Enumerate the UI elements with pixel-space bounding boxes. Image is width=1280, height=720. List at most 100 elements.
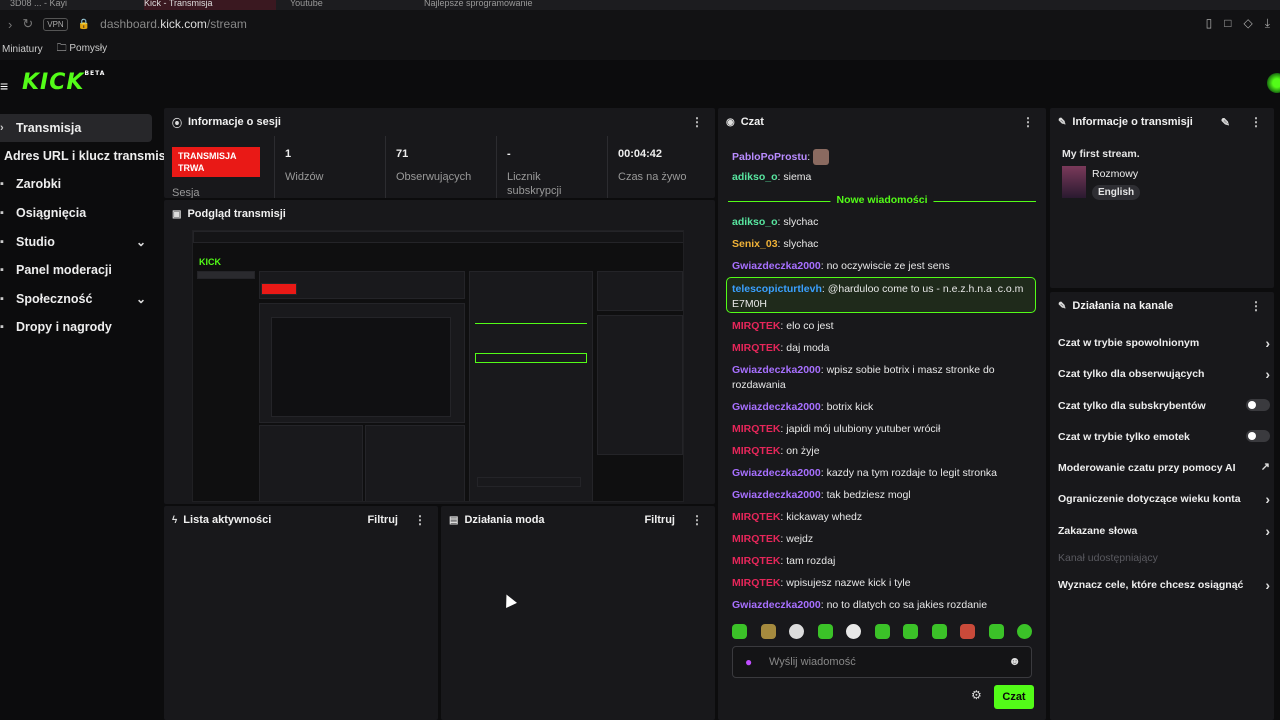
chat-message[interactable]: MIRQTEK: japidi mój ulubiony yutuber wró… [732,423,940,435]
chat-username[interactable]: MIRQTEK [732,511,780,523]
more-options-icon[interactable]: ⋮ [691,513,703,527]
chat-username[interactable]: adikso_o [732,216,778,228]
user-avatar[interactable] [1267,73,1280,93]
reload-icon[interactable]: ↻ [22,16,33,32]
channel-action-banned-words[interactable]: Zakazane słowa › [1058,523,1270,539]
emote-icon[interactable] [789,624,804,639]
bookmark-item[interactable]: 🗀 Pomysły [57,41,108,58]
shield-icon[interactable]: ◇ [1243,16,1252,31]
chat-username[interactable]: Gwiazdeczka2000 [732,599,821,611]
chat-message[interactable]: adikso_o: slychac [732,216,818,228]
emote-icon[interactable] [760,624,776,639]
sidebar-item-zarobki[interactable]: ▪ Zarobki [0,170,152,198]
more-options-icon[interactable]: ⋮ [414,513,426,527]
chat-username[interactable]: Gwiazdeczka2000 [732,401,821,413]
bookmark-icon[interactable]: ▯ [1206,16,1213,31]
chat-message[interactable]: Gwiazdeczka2000: botrix kick [732,401,873,413]
emoji-icon[interactable]: ☻ [1008,654,1021,668]
emote-only-toggle[interactable] [1246,430,1270,442]
chat-username[interactable]: Gwiazdeczka2000 [732,364,821,376]
chat-username[interactable]: MIRQTEK [732,577,780,589]
chat-text: no to dlatych co sa jakies rozdanie [826,599,988,611]
chat-message[interactable]: telescopicturtlevh: @harduloo come to us… [732,283,1023,295]
emote-icon[interactable] [931,624,947,639]
send-chat-button[interactable]: Czat [994,685,1034,709]
chat-message[interactable]: MIRQTEK: wejdz [732,533,813,545]
emote-icon[interactable] [960,624,975,639]
channel-action-ai-moderation[interactable]: Moderowanie czatu przy pomocy AI ↗ [1058,461,1270,474]
category-thumbnail[interactable] [1062,166,1086,198]
sidebar-item-spolecznosc[interactable]: ▪ Społeczność ⌄ [0,285,152,313]
channel-action-slow-mode[interactable]: Czat w trybie spowolnionym › [1058,335,1270,351]
filter-button[interactable]: Filtruj [367,514,398,526]
emote-icon[interactable] [1017,624,1032,639]
chat-username[interactable]: Gwiazdeczka2000 [732,489,821,501]
sidebar-item-panel-moderacji[interactable]: ▪ Panel moderacji [0,256,152,284]
chat-message[interactable]: MIRQTEK: on żyje [732,445,820,457]
more-options-icon[interactable]: ⋮ [1250,299,1262,313]
chat-username[interactable]: MIRQTEK [732,445,780,457]
chat-message[interactable]: adikso_o: siema [732,171,811,183]
bookmark-item[interactable]: Miniatury [2,44,43,55]
kick-logo[interactable]: KICKBETA [22,70,105,95]
microphone-icon[interactable]: ● [745,655,752,669]
emote-icon[interactable] [903,624,918,639]
chat-username[interactable]: MIRQTEK [732,320,780,332]
chat-message-input[interactable]: ● Wyślij wiadomość ☻ [732,646,1032,678]
emote-icon[interactable] [817,624,833,639]
sidebar-item-osiagniecia[interactable]: ▪ Osiągnięcia [0,199,152,227]
chat-message[interactable]: MIRQTEK: daj moda [732,342,829,354]
more-options-icon[interactable]: ⋮ [1250,115,1262,129]
gear-icon[interactable]: ⚙ [971,688,982,702]
chat-username[interactable]: MIRQTEK [732,555,780,567]
more-options-icon[interactable]: ⋮ [1022,115,1034,129]
emote-icon[interactable] [846,624,861,639]
pencil-icon[interactable]: ✎ [1221,116,1230,129]
emote-icon[interactable] [874,624,890,639]
chat-message[interactable]: Gwiazdeczka2000: wpisz sobie botrix i ma… [732,364,995,376]
more-options-icon[interactable]: ⋮ [691,115,703,129]
chat-message[interactable]: MIRQTEK: elo co jest [732,320,834,332]
chat-message[interactable]: Senix_03: slychac [732,238,818,250]
chat-username[interactable]: MIRQTEK [732,342,780,354]
browser-tab-active[interactable]: Kick - Transmisja [144,0,276,10]
subscribers-only-toggle[interactable] [1246,399,1270,411]
forward-icon[interactable]: › [8,17,12,32]
sidebar-item-stream-key[interactable]: Adres URL i klucz transmisji [4,142,173,170]
url-text[interactable]: dashboard.kick.com/stream [100,17,247,31]
emote-icon[interactable] [988,624,1004,639]
chat-username[interactable]: Gwiazdeczka2000 [732,260,821,272]
sidebar-item-transmisja[interactable]: › Transmisja [0,114,152,142]
browser-tab[interactable]: 3D08 ... - Kayi [10,0,130,10]
chat-username[interactable]: PabloPoProstu [732,151,807,163]
window-icon[interactable]: □ [1224,16,1231,31]
chat-message[interactable]: Gwiazdeczka2000: tak bedziesz mogl [732,489,911,501]
emote-icon[interactable] [732,624,747,639]
chat-message[interactable]: Gwiazdeczka2000: kazdy na tym rozdaje to… [732,467,997,479]
download-icon[interactable]: ⤓ [1265,16,1270,31]
chat-username[interactable]: adikso_o [732,171,778,183]
chat-message[interactable]: PabloPoProstu: [732,149,830,165]
chat-username[interactable]: Senix_03 [732,238,778,250]
chat-username[interactable]: MIRQTEK [732,423,780,435]
chat-message[interactable]: Gwiazdeczka2000: no to dlatych co sa jak… [732,599,987,611]
stream-preview-video[interactable]: KICK [192,230,684,502]
chat-username[interactable]: telescopicturtlevh [732,283,822,295]
sidebar-item-studio[interactable]: ▪ Studio ⌄ [0,228,152,256]
menu-icon[interactable]: ≡ [0,78,8,94]
chat-message[interactable]: MIRQTEK: kickaway whedz [732,511,862,523]
chat-message[interactable]: MIRQTEK: wpisujesz nazwe kick i tyle [732,577,911,589]
channel-action-followers-only[interactable]: Czat tylko dla obserwujących › [1058,366,1270,382]
channel-action-goals[interactable]: Wyznacz cele, które chcesz osiągnąć › [1058,577,1270,593]
chat-message[interactable]: MIRQTEK: tam rozdaj [732,555,835,567]
category-name[interactable]: Rozmowy [1092,168,1138,180]
browser-tab[interactable]: Youtube [290,0,410,10]
chat-username[interactable]: Gwiazdeczka2000 [732,467,821,479]
chat-message[interactable]: Gwiazdeczka2000: no oczywiscie ze jest s… [732,260,950,272]
sidebar-item-dropy[interactable]: ▪ Dropy i nagrody [0,313,152,341]
vpn-badge[interactable]: VPN [43,17,68,31]
chat-username[interactable]: MIRQTEK [732,533,780,545]
channel-action-account-age[interactable]: Ograniczenie dotyczące wieku konta › [1058,491,1270,507]
filter-button[interactable]: Filtruj [644,514,675,526]
browser-tab[interactable]: Najlepsze sprogramowanie [424,0,564,10]
